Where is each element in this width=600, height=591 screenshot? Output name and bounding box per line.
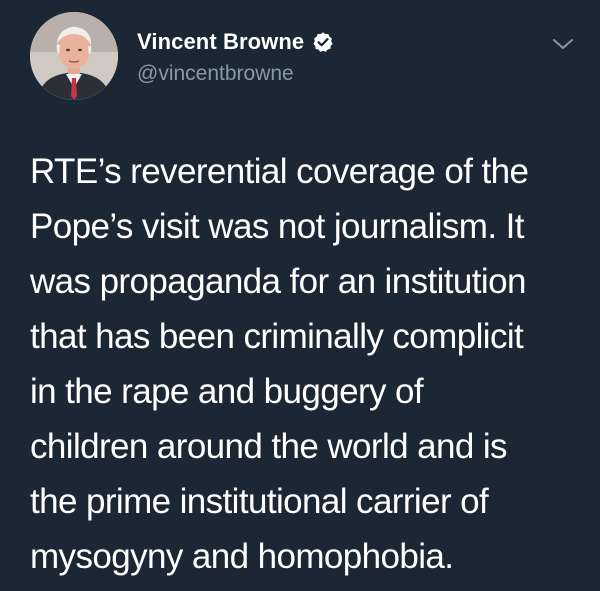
- tweet-text: RTE’s reverential coverage of the Pope’s…: [30, 152, 529, 576]
- display-name[interactable]: Vincent Browne: [137, 29, 304, 55]
- verified-badge-icon: [312, 31, 334, 53]
- user-handle[interactable]: @vincentbrowne: [137, 62, 294, 86]
- chevron-down-icon[interactable]: [551, 36, 575, 52]
- tweet-card: Vincent Browne @vincentbrowne RTE’s reve…: [0, 0, 600, 591]
- avatar-image: [30, 12, 118, 100]
- name-row: Vincent Browne: [137, 28, 334, 56]
- avatar[interactable]: [30, 12, 118, 100]
